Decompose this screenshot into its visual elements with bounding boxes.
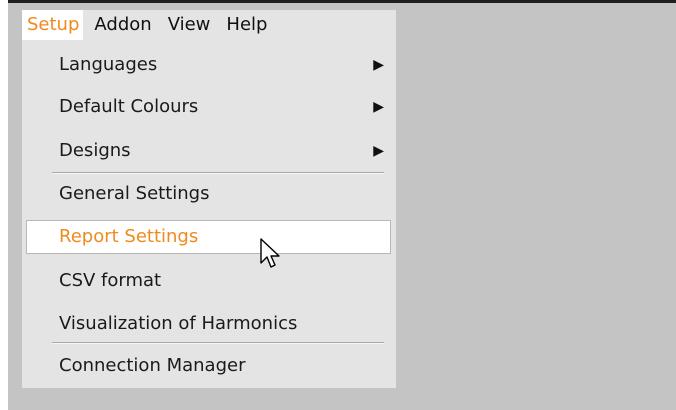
menu-bar: Setup Addon View Help — [22, 10, 396, 40]
menu-item-general-settings[interactable]: General Settings — [22, 177, 396, 211]
menu-item-label: Report Settings — [59, 226, 199, 247]
menu-item-label: CSV format — [59, 270, 162, 291]
submenu-arrow-icon: ▶ — [373, 143, 384, 159]
menu-item-label: Designs — [59, 140, 131, 161]
menu-item-default-colours[interactable]: Default Colours ▶ — [22, 90, 396, 124]
menu-item-report-settings[interactable]: Report Settings — [26, 220, 391, 254]
submenu-arrow-icon: ▶ — [373, 57, 384, 73]
setup-dropdown-menu: Languages ▶ Default Colours ▶ Designs ▶ … — [22, 40, 396, 388]
menu-item-label: Default Colours — [59, 96, 199, 117]
menu-addon[interactable]: Addon — [86, 10, 159, 40]
menu-item-visualization-of-harmonics[interactable]: Visualization of Harmonics — [22, 307, 396, 341]
menu-item-label: General Settings — [59, 183, 210, 204]
submenu-arrow-icon: ▶ — [373, 99, 384, 115]
menu-item-csv-format[interactable]: CSV format — [22, 264, 396, 298]
menu-item-label: Visualization of Harmonics — [59, 313, 298, 334]
menu-item-designs[interactable]: Designs ▶ — [22, 134, 396, 168]
menu-setup[interactable]: Setup — [22, 10, 84, 40]
mouse-cursor-icon — [260, 238, 280, 268]
menu-item-label: Connection Manager — [59, 355, 246, 376]
menu-view[interactable]: View — [160, 10, 219, 40]
menu-separator — [52, 342, 384, 344]
menu-separator — [52, 172, 384, 174]
menu-item-languages[interactable]: Languages ▶ — [22, 48, 396, 82]
menu-item-label: Languages — [59, 54, 158, 75]
menu-item-connection-manager[interactable]: Connection Manager — [22, 349, 396, 383]
menu-help[interactable]: Help — [218, 10, 275, 40]
